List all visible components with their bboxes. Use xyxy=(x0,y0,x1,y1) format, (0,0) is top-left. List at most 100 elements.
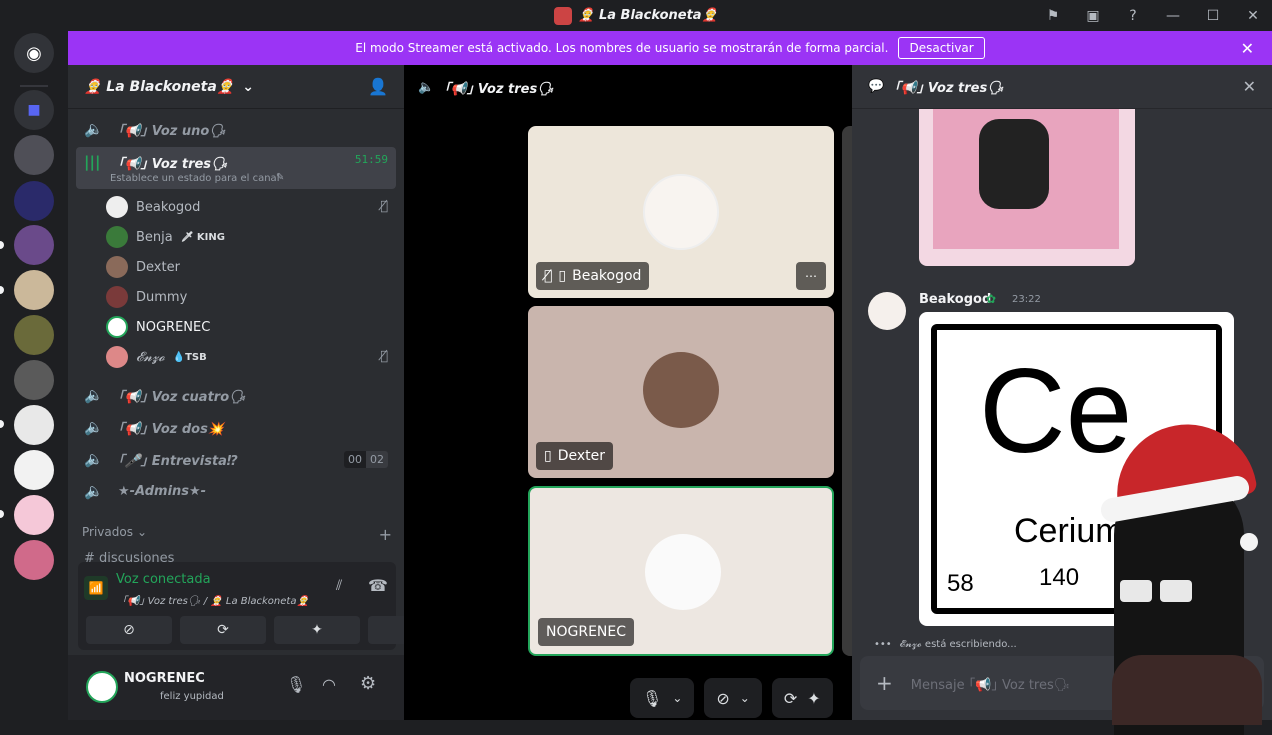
role-tag: 🗡 KING xyxy=(180,231,225,243)
category-privados[interactable]: Privados ⌄ + xyxy=(82,525,392,544)
add-channel-icon[interactable]: + xyxy=(379,525,392,544)
channel-voz-uno[interactable]: 🔈 ｢📢｣ Voz uno🗣 xyxy=(76,113,396,145)
chevron-down-icon: ⌄ xyxy=(136,525,148,539)
voice-user[interactable]: Dummy xyxy=(106,283,187,311)
server-icon[interactable] xyxy=(14,540,54,580)
chat-channel-name: ｢📢｣ Voz tres🗣 xyxy=(894,81,1004,96)
activities-icon: ✦ xyxy=(807,688,821,708)
activities-button[interactable]: ✦ xyxy=(274,616,360,644)
chat-header: 💬 ｢📢｣ Voz tres🗣 ✕ xyxy=(852,65,1272,109)
inbox-icon[interactable]: ▣ xyxy=(1082,5,1104,27)
mic-control[interactable]: 🎙 ⌄ xyxy=(630,678,695,718)
speaker-icon: 🔈 xyxy=(84,120,103,138)
more-options-button[interactable]: ⋯ xyxy=(796,262,826,290)
voice-user[interactable]: Beakogod xyxy=(106,193,200,221)
voice-user[interactable]: Benja 🗡 KING xyxy=(106,223,225,251)
discord-home-icon[interactable]: ◉ xyxy=(14,33,54,73)
image-attachment[interactable] xyxy=(919,109,1135,266)
screen-share-button[interactable]: ⟳ xyxy=(180,616,266,644)
channel-status-text[interactable]: Establece un estado para el canal xyxy=(110,173,279,184)
noise-suppression-icon[interactable]: ⫽ xyxy=(336,578,342,594)
streamer-mode-banner: El modo Streamer está activado. Los nomb… xyxy=(68,31,1272,65)
gear-icon[interactable]: ⚙ xyxy=(360,673,376,694)
avatar xyxy=(106,316,128,338)
channel-admins[interactable]: 🔈 ★-Admins★- xyxy=(76,475,396,507)
user-panel: NOGRENEC feliz yupidad 🎙 ◠ ⚙ xyxy=(68,655,404,720)
user-status: feliz yupidad xyxy=(160,691,224,702)
mic-icon[interactable]: 🎙 xyxy=(286,675,306,694)
avatar xyxy=(106,226,128,248)
add-attachment-icon[interactable]: + xyxy=(876,671,893,695)
stage-channel-name: ｢📢｣ Voz tres🗣 xyxy=(444,81,554,97)
element-mass: 140 xyxy=(1039,564,1080,591)
avatar xyxy=(106,346,128,368)
avatar xyxy=(106,196,128,218)
help-icon[interactable]: ? xyxy=(1122,5,1144,27)
message-author[interactable]: Beakogod xyxy=(919,292,991,307)
server-list: ◉ ■ xyxy=(0,31,68,720)
username[interactable]: NOGRENEC xyxy=(124,671,205,686)
avatar xyxy=(643,174,719,250)
server-icon[interactable] xyxy=(14,270,54,310)
participant-label: NOGRENEC xyxy=(538,618,635,646)
server-icon[interactable] xyxy=(14,495,54,535)
camera-off-button[interactable]: ⊘ xyxy=(86,616,172,644)
voice-user[interactable]: 𝓔𝓷𝔃𝓸 💧TSB xyxy=(106,343,207,371)
channel-entrevista[interactable]: 🔈 ｢🎤｣ Entrevista⁉ 00 02 xyxy=(76,443,396,475)
participant-tile[interactable]: NOGRENEC xyxy=(528,486,834,656)
pencil-icon[interactable]: ✎ xyxy=(276,172,284,183)
channel-voz-dos[interactable]: 🔈 ｢📢｣ Voz dos💥 xyxy=(76,411,396,443)
badge-icon: ✿ xyxy=(986,292,997,306)
avatar[interactable] xyxy=(86,671,118,703)
channel-sidebar: 🤶 La Blackoneta🤶 ⌄ 👤 🔈 ｢📢｣ Voz uno🗣 ||| … xyxy=(68,65,454,720)
server-icon[interactable] xyxy=(14,225,54,265)
participant-label: ▯ Dexter xyxy=(536,442,614,470)
close-icon[interactable]: ✕ xyxy=(1243,77,1256,96)
speaker-icon: 🔈 xyxy=(418,79,435,95)
inbox-flag-icon[interactable]: ⚑ xyxy=(1042,5,1064,27)
avatar xyxy=(645,534,721,610)
server-header[interactable]: 🤶 La Blackoneta🤶 ⌄ 👤 xyxy=(68,65,404,109)
chevron-down-icon: ⌄ xyxy=(242,78,254,95)
maximize-icon[interactable]: ☐ xyxy=(1202,5,1224,27)
server-icon[interactable] xyxy=(14,135,54,175)
server-icon[interactable] xyxy=(14,450,54,490)
camera-off-icon: ⊘ xyxy=(716,688,730,708)
channel-voz-tres[interactable]: ||| ｢📢｣ Voz tres🗣 51:59 Establece un est… xyxy=(76,147,396,189)
user-count-badge: 00 02 xyxy=(344,450,388,468)
avatar[interactable] xyxy=(868,292,906,330)
participant-tile[interactable]: ▯ Dexter xyxy=(528,306,834,478)
disable-streamer-button[interactable]: Desactivar xyxy=(898,37,985,59)
window-title: 🤶 La Blackoneta🤶 xyxy=(554,6,718,25)
server-icon[interactable] xyxy=(14,315,54,355)
minimize-icon[interactable]: — xyxy=(1162,5,1184,27)
speaker-icon: 🔈 xyxy=(84,386,103,404)
voice-location[interactable]: ｢📢｣ Voz tres🗣 / 🤶 La Blackoneta🤶 xyxy=(122,592,309,607)
avatar xyxy=(106,256,128,278)
camera-control[interactable]: ⊘ ⌄ xyxy=(704,678,762,718)
role-tag: 💧TSB xyxy=(172,351,207,363)
server-icon[interactable] xyxy=(14,360,54,400)
avatar xyxy=(106,286,128,308)
voice-user[interactable]: Dexter xyxy=(106,253,180,281)
voice-status[interactable]: Voz conectada xyxy=(116,572,211,587)
server-icon[interactable] xyxy=(14,181,54,221)
close-window-icon[interactable]: ✕ xyxy=(1242,5,1264,27)
add-member-icon[interactable]: 👤 xyxy=(368,77,388,96)
headphones-icon[interactable]: ◠ xyxy=(322,675,336,694)
muted-icon: 🎙̸ xyxy=(380,349,388,364)
close-icon[interactable]: ✕ xyxy=(1241,39,1254,58)
screen-share-button[interactable]: ⟳ ✦ xyxy=(771,678,833,718)
server-icon[interactable] xyxy=(14,405,54,445)
chat-panel: 💬 ｢📢｣ Voz tres🗣 ✕ Beakogod ✿ 23:22 Ce Ce… xyxy=(852,65,1272,735)
channel-voz-cuatro[interactable]: 🔈 ｢📢｣ Voz cuatro🗣 xyxy=(76,379,396,411)
voice-user[interactable]: NOGRENEC xyxy=(106,313,210,341)
streamer-overlay xyxy=(1092,413,1272,735)
chevron-down-icon: ⌄ xyxy=(672,691,683,705)
call-controls: 🎙 ⌄ ⊘ ⌄ ⟳ ✦ xyxy=(630,676,833,720)
mobile-icon: ▯ xyxy=(558,268,567,284)
disconnect-icon[interactable]: ☎ xyxy=(368,576,388,595)
server-icon[interactable]: ■ xyxy=(14,90,54,130)
participant-tile[interactable]: 🎙̸ ▯ Beakogod ⋯ xyxy=(528,126,834,298)
element-number: 58 xyxy=(947,570,974,597)
